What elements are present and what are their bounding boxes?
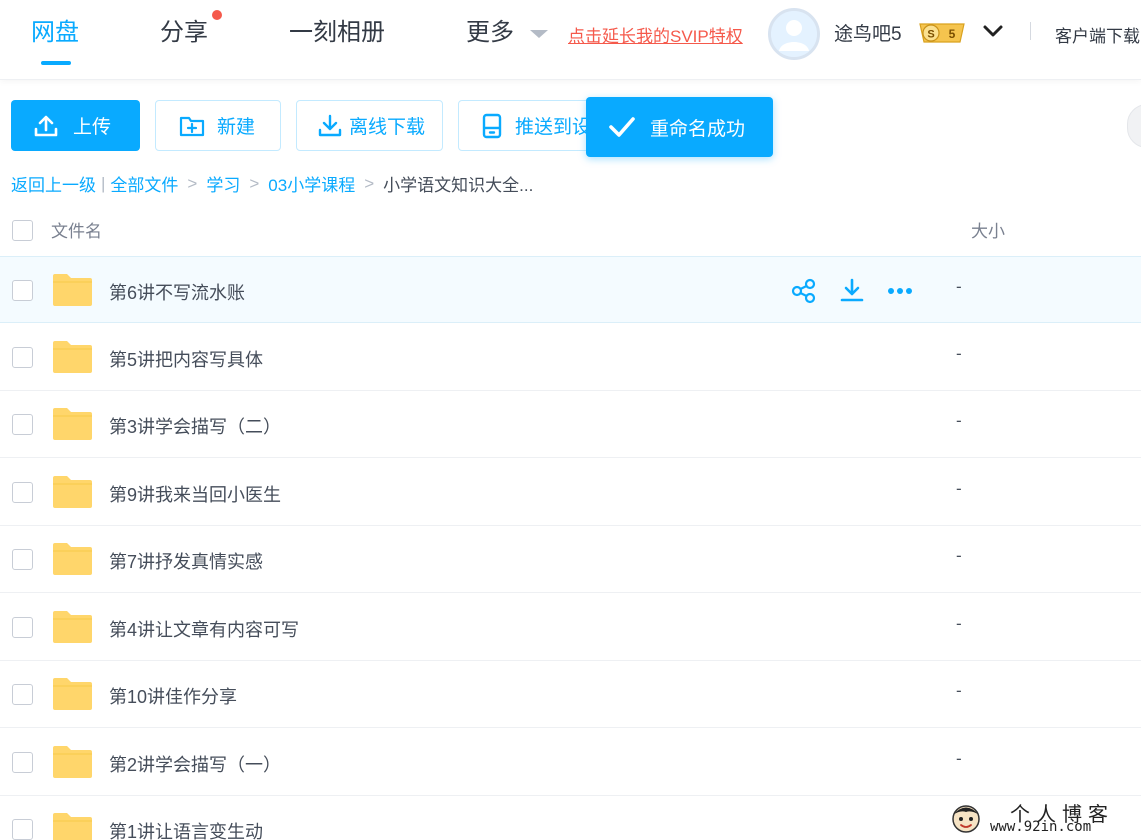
- file-name[interactable]: 第2讲学会描写（一）: [109, 751, 281, 777]
- file-size: -: [956, 749, 962, 768]
- checkmark-icon: [609, 117, 635, 137]
- notification-dot: [212, 10, 222, 20]
- file-size: -: [956, 614, 962, 633]
- row-checkbox[interactable]: [12, 414, 33, 435]
- row-checkbox[interactable]: [12, 684, 33, 705]
- upload-label: 上传: [73, 117, 112, 138]
- download-icon: [318, 114, 342, 136]
- folder-icon: [53, 408, 92, 440]
- folder-icon: [53, 341, 92, 373]
- file-name[interactable]: 第7讲抒发真情实感: [109, 548, 263, 574]
- row-checkbox[interactable]: [12, 347, 33, 368]
- tab-netdisk[interactable]: 网盘: [31, 16, 79, 50]
- file-name[interactable]: 第6讲不写流水账: [109, 279, 245, 305]
- active-tab-indicator: [41, 61, 71, 65]
- device-icon: [482, 113, 502, 138]
- row-actions: [790, 277, 920, 305]
- share-icon[interactable]: [790, 277, 818, 305]
- breadcrumb-all-files[interactable]: 全部文件: [110, 171, 178, 196]
- breadcrumb-primary-courses[interactable]: 03小学课程: [268, 171, 355, 196]
- upload-icon: [34, 115, 58, 136]
- more-options-icon[interactable]: [886, 277, 914, 305]
- new-folder-button[interactable]: 新建: [155, 100, 281, 151]
- row-checkbox[interactable]: [12, 752, 33, 773]
- breadcrumb-divider: |: [101, 173, 106, 193]
- column-header-size[interactable]: 大小: [971, 217, 1005, 242]
- row-checkbox[interactable]: [12, 482, 33, 503]
- username[interactable]: 途鸟吧5: [834, 19, 902, 46]
- cartoon-face-icon: [952, 805, 980, 833]
- table-row[interactable]: 第6讲不写流水账 -: [0, 256, 1141, 323]
- svip-level-badge-icon: S 5: [919, 23, 965, 43]
- top-navigation-bar: 网盘 分享 一刻相册 更多 点击延长我的SVIP特权 途鸟吧5 S 5 客户端下…: [0, 0, 1141, 80]
- row-checkbox[interactable]: [12, 549, 33, 570]
- table-row[interactable]: 第10讲佳作分享 -: [0, 661, 1141, 728]
- file-name[interactable]: 第9讲我来当回小医生: [109, 481, 281, 507]
- select-all-checkbox[interactable]: [12, 220, 33, 241]
- file-size: -: [956, 479, 962, 498]
- file-size: -: [956, 411, 962, 430]
- watermark-url: www.92in.com: [990, 819, 1092, 835]
- folder-icon: [53, 678, 92, 710]
- default-avatar-icon: [771, 11, 817, 57]
- breadcrumb-study[interactable]: 学习: [206, 171, 240, 196]
- more-caret-icon[interactable]: [530, 30, 548, 38]
- breadcrumb-current: 小学语文知识大全...: [383, 176, 534, 195]
- file-size: -: [956, 344, 962, 363]
- tab-album[interactable]: 一刻相册: [289, 16, 385, 50]
- breadcrumb: 返回上一级 | 全部文件 > 学习 > 03小学课程 > 小学语文知识大全...: [11, 171, 533, 196]
- table-row[interactable]: 第5讲把内容写具体 -: [0, 324, 1141, 391]
- table-row[interactable]: 第9讲我来当回小医生 -: [0, 459, 1141, 526]
- folder-icon: [53, 543, 92, 575]
- blog-watermark: 个人博客 www.92in.com: [950, 798, 1141, 840]
- breadcrumb-separator: >: [249, 173, 260, 193]
- user-avatar[interactable]: [768, 8, 820, 60]
- file-size: -: [956, 681, 962, 700]
- badge-letter: S: [927, 29, 934, 41]
- search-box-edge[interactable]: [1127, 104, 1141, 148]
- new-folder-icon: [179, 116, 205, 136]
- tab-share[interactable]: 分享: [160, 16, 208, 50]
- file-size: -: [956, 546, 962, 565]
- breadcrumb-separator: >: [364, 173, 375, 193]
- row-checkbox[interactable]: [12, 280, 33, 301]
- nav-divider: [1030, 22, 1031, 40]
- offline-download-label: 离线下载: [349, 117, 426, 138]
- table-row[interactable]: 第3讲学会描写（二） -: [0, 391, 1141, 458]
- file-size: -: [956, 277, 962, 296]
- file-name[interactable]: 第3讲学会描写（二）: [109, 413, 281, 439]
- table-row[interactable]: 第2讲学会描写（一） -: [0, 729, 1141, 796]
- chevron-down-icon[interactable]: [982, 23, 1004, 39]
- offline-download-button[interactable]: 离线下载: [296, 100, 443, 151]
- folder-icon: [53, 746, 92, 778]
- folder-icon: [53, 611, 92, 643]
- file-name[interactable]: 第10讲佳作分享: [109, 683, 237, 709]
- client-download-link[interactable]: 客户端下载: [1055, 22, 1140, 47]
- row-checkbox[interactable]: [12, 617, 33, 638]
- row-checkbox[interactable]: [12, 819, 33, 840]
- new-label: 新建: [217, 117, 256, 138]
- file-name[interactable]: 第1讲让语言变生动: [109, 818, 263, 840]
- table-row[interactable]: 第4讲让文章有内容可写 -: [0, 594, 1141, 661]
- breadcrumb-back[interactable]: 返回上一级: [11, 171, 96, 196]
- column-header-name[interactable]: 文件名: [51, 217, 102, 242]
- folder-icon: [53, 813, 92, 840]
- file-name[interactable]: 第5讲把内容写具体: [109, 346, 263, 372]
- breadcrumb-separator: >: [187, 173, 198, 193]
- folder-icon: [53, 274, 92, 306]
- folder-icon: [53, 476, 92, 508]
- svip-renew-link[interactable]: 点击延长我的SVIP特权: [568, 22, 743, 47]
- tab-more[interactable]: 更多: [466, 16, 514, 50]
- rename-success-toast: 重命名成功: [586, 97, 773, 157]
- table-row[interactable]: 第7讲抒发真情实感 -: [0, 526, 1141, 593]
- file-name[interactable]: 第4讲让文章有内容可写: [109, 616, 299, 642]
- badge-level: 5: [949, 27, 956, 41]
- toast-message: 重命名成功: [650, 118, 746, 140]
- download-icon[interactable]: [838, 277, 866, 305]
- upload-button[interactable]: 上传: [11, 100, 140, 151]
